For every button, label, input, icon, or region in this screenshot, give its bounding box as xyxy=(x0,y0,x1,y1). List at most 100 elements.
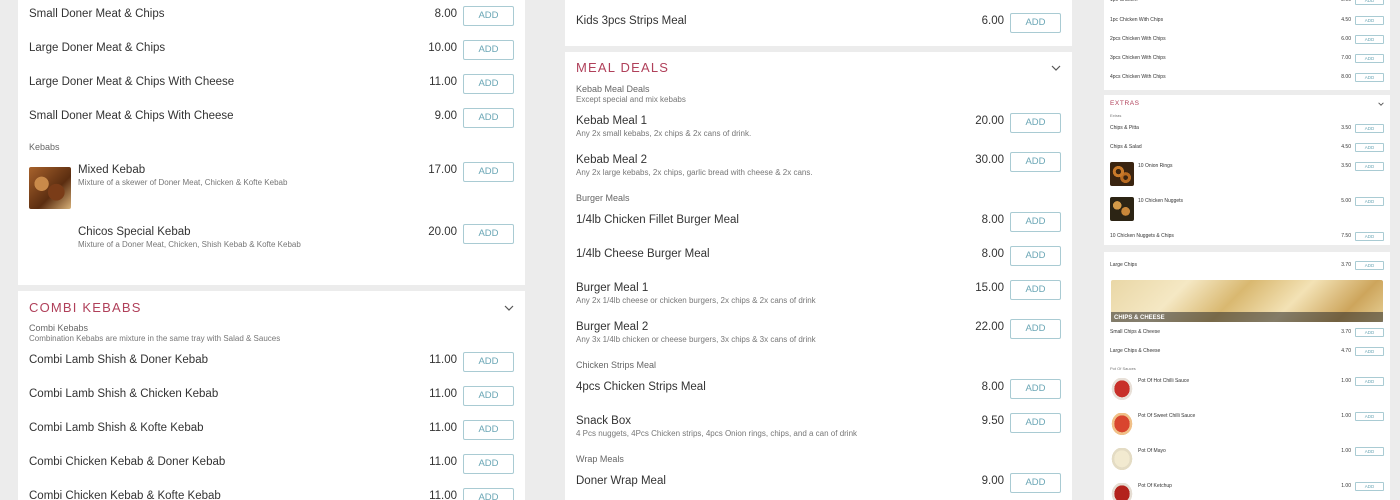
burger-meals-label: Burger Meals xyxy=(576,193,630,203)
add-button[interactable]: ADD xyxy=(1010,212,1061,232)
menu-item-name: Pot Of Mayo xyxy=(1138,448,1166,454)
add-button[interactable]: ADD xyxy=(463,386,514,406)
menu-item-name: Combi Lamb Shish & Doner Kebab xyxy=(29,354,208,366)
add-button[interactable]: ADD xyxy=(1355,54,1384,63)
menu-item-price: 8.00 xyxy=(434,8,457,20)
add-button[interactable]: ADD xyxy=(463,454,514,474)
menu-item-price: 3.50 xyxy=(1341,125,1351,131)
add-button[interactable]: ADD xyxy=(1355,261,1384,270)
menu-item-price: 9.00 xyxy=(981,475,1004,487)
section-title-combi-kebabs[interactable]: Combi Kebabs xyxy=(29,300,142,315)
menu-item-price: 10.00 xyxy=(428,42,457,54)
menu-item-name: Pot Of Ketchup xyxy=(1138,483,1172,489)
add-button[interactable]: ADD xyxy=(1010,319,1061,339)
onion-rings-image xyxy=(1110,162,1134,186)
sweet-chilli-sauce-image xyxy=(1110,413,1134,437)
add-button[interactable]: ADD xyxy=(463,40,514,60)
add-button[interactable]: ADD xyxy=(1010,113,1061,133)
menu-item-price: 4.50 xyxy=(1341,17,1351,23)
chevron-down-icon[interactable] xyxy=(1378,101,1384,107)
menu-item-price: 4.70 xyxy=(1341,348,1351,354)
menu-item-price: 15.00 xyxy=(975,282,1004,294)
add-button[interactable]: ADD xyxy=(1355,347,1384,356)
menu-item-name: Burger Meal 2 xyxy=(576,321,649,333)
add-button[interactable]: ADD xyxy=(1010,280,1061,300)
menu-item-price: 8.00 xyxy=(981,381,1004,393)
add-button[interactable]: ADD xyxy=(1355,73,1384,82)
menu-item-price: 3.70 xyxy=(1341,329,1351,335)
chicken-strips-meal-label: Chicken Strips Meal xyxy=(576,360,657,370)
chevron-down-icon[interactable] xyxy=(504,303,514,313)
add-button[interactable]: ADD xyxy=(463,74,514,94)
menu-item-desc: Any 2x small kebabs, 2x chips & 2x cans … xyxy=(576,129,752,138)
add-button[interactable]: ADD xyxy=(1355,16,1384,25)
menu-item-name: Pot Of Hot Chilli Sauce xyxy=(1138,378,1190,384)
menu-item-name: Combi Lamb Shish & Kofte Kebab xyxy=(29,422,204,434)
menu-item-price: 7.00 xyxy=(1341,55,1351,61)
menu-item-price: 9.50 xyxy=(981,415,1004,427)
menu-item-name: Small Doner Meat & Chips With Cheese xyxy=(29,110,234,122)
chevron-down-icon[interactable] xyxy=(1051,63,1061,73)
add-button[interactable]: ADD xyxy=(463,6,514,26)
menu-item-name: 4pcs Chicken With Chips xyxy=(1110,74,1166,80)
menu-item-name: Pot Of Sweet Chilli Sauce xyxy=(1138,413,1196,419)
menu-item-price: 30.00 xyxy=(975,154,1004,166)
add-button[interactable]: ADD xyxy=(1010,246,1061,266)
menu-item-name: Chips & Pitta xyxy=(1110,125,1139,131)
menu-item-price: 1.00 xyxy=(1341,483,1351,489)
add-button[interactable]: ADD xyxy=(1010,152,1061,172)
add-button[interactable]: ADD xyxy=(463,488,514,500)
menu-item-name: 1/4lb Cheese Burger Meal xyxy=(576,248,710,260)
menu-item-price: 8.00 xyxy=(981,248,1004,260)
menu-item-name: Combi Chicken Kebab & Doner Kebab xyxy=(29,456,226,468)
add-button[interactable]: ADD xyxy=(1355,447,1384,456)
menu-item-price: 6.00 xyxy=(1341,36,1351,42)
add-button[interactable]: ADD xyxy=(463,108,514,128)
section-title-meal-deals[interactable]: Meal Deals xyxy=(576,60,669,75)
menu-item-name: Large Doner Meat & Chips With Cheese xyxy=(29,76,235,88)
add-button[interactable]: ADD xyxy=(1355,124,1384,133)
menu-item-price: 5.00 xyxy=(1341,198,1351,204)
add-button[interactable]: ADD xyxy=(1010,413,1061,433)
menu-item-name: 3pcs Chicken With Chips xyxy=(1110,55,1166,61)
add-button[interactable]: ADD xyxy=(1355,482,1384,491)
add-button[interactable]: ADD xyxy=(1355,328,1384,337)
add-button[interactable]: ADD xyxy=(1355,232,1384,241)
menu-item-name: Doner Wrap Meal xyxy=(576,475,666,487)
mayo-image xyxy=(1110,448,1134,472)
add-button[interactable]: ADD xyxy=(1010,473,1061,493)
menu-item-name: Small Chips & Cheese xyxy=(1110,329,1161,335)
add-button[interactable]: ADD xyxy=(463,352,514,372)
menu-item-name: 1pc Chicken With Chips xyxy=(1110,17,1164,23)
kebab-meal-deals-desc: Except special and mix kebabs xyxy=(576,95,686,104)
extras-panel: Extras Extras Chips & Pitta 3.50 ADD Chips … xyxy=(1104,95,1390,245)
menu-item-price: 17.00 xyxy=(428,164,457,176)
menu-item-name: Chicos Special Kebab xyxy=(78,226,191,238)
menu-item-price: 1.00 xyxy=(1341,413,1351,419)
add-button[interactable]: ADD xyxy=(463,420,514,440)
menu-item-name: 10 Chicken Nuggets xyxy=(1138,198,1184,204)
hot-chilli-sauce-image xyxy=(1110,378,1134,402)
add-button[interactable]: ADD xyxy=(463,224,514,244)
section-title-extras[interactable]: Extras xyxy=(1110,100,1140,107)
add-button[interactable]: ADD xyxy=(1355,143,1384,152)
wrap-meals-label: Wrap Meals xyxy=(576,454,624,464)
menu-item-name: Combi Lamb Shish & Chicken Kebab xyxy=(29,388,219,400)
add-button[interactable]: ADD xyxy=(1355,35,1384,44)
add-button[interactable]: ADD xyxy=(1010,379,1061,399)
add-button[interactable]: ADD xyxy=(463,162,514,182)
menu-item-price: 20.00 xyxy=(428,226,457,238)
menu-item-desc: Any 2x 1/4lb cheese or chicken burgers, … xyxy=(576,296,816,305)
add-button[interactable]: ADD xyxy=(1010,13,1061,33)
add-button[interactable]: ADD xyxy=(1355,0,1384,5)
menu-item-desc: Any 3x 1/4lb chicken or cheese burgers, … xyxy=(576,335,816,344)
add-button[interactable]: ADD xyxy=(1355,377,1384,386)
menu-item-name: Large Doner Meat & Chips xyxy=(29,42,166,54)
menu-item-price: 3.70 xyxy=(1341,262,1351,268)
add-button[interactable]: ADD xyxy=(1355,197,1384,206)
add-button[interactable]: ADD xyxy=(1355,412,1384,421)
add-button[interactable]: ADD xyxy=(1355,162,1384,171)
kebabs-section-label: Kebabs xyxy=(29,142,60,152)
menu-item-price: 11.00 xyxy=(429,490,457,500)
menu-item-name: 1/4lb Chicken Fillet Burger Meal xyxy=(576,214,739,226)
